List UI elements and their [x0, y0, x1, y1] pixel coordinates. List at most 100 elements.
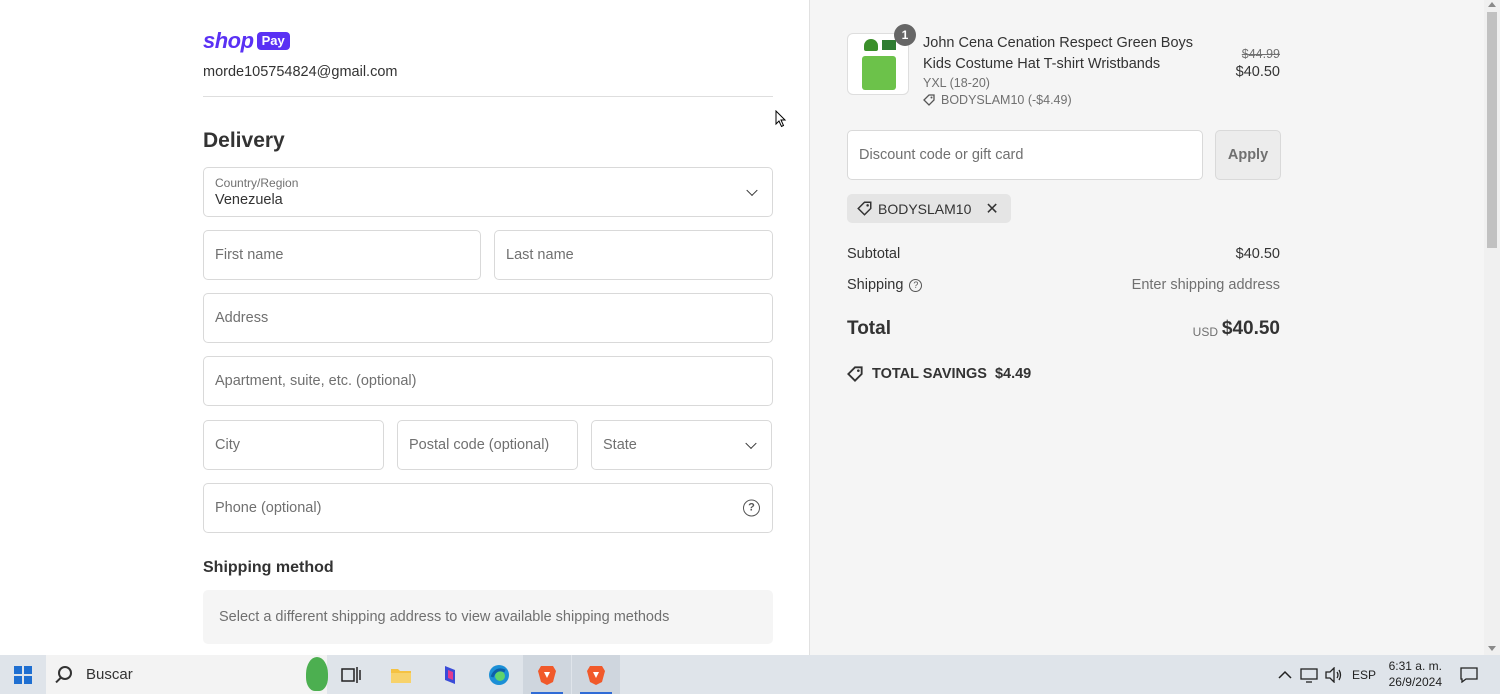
search-icon — [58, 666, 72, 680]
windows-logo-icon — [14, 665, 32, 684]
total-value: $40.50 — [1221, 318, 1280, 339]
clock-date: 26/9/2024 — [1388, 675, 1442, 689]
brave-browser-button[interactable] — [523, 655, 571, 694]
shop-pay-wordmark: shop — [203, 28, 254, 53]
checkout-form-panel: shop Pay morde105754824@gmail.com Delive… — [0, 0, 810, 655]
volume-tray-button[interactable] — [1325, 655, 1343, 694]
product-title: John Cena Cenation Respect Green Boys Ki… — [923, 35, 1194, 72]
total-label: Total — [847, 318, 891, 339]
product-image-wristbands — [882, 40, 896, 50]
subtotal-label: Subtotal — [847, 246, 901, 262]
apply-button[interactable]: Apply — [1215, 130, 1281, 180]
language-indicator[interactable]: ESP — [1352, 655, 1376, 694]
speaker-icon — [1325, 666, 1342, 683]
chevron-down-icon — [745, 437, 757, 450]
network-tray-button[interactable] — [1300, 655, 1318, 694]
state-select[interactable]: State — [591, 420, 772, 470]
total-savings-label: TOTAL SAVINGS — [872, 366, 987, 382]
notification-icon — [1460, 666, 1478, 683]
last-name-field[interactable]: Last name — [494, 230, 773, 280]
file-explorer-button[interactable] — [377, 655, 425, 694]
address-placeholder: Address — [215, 310, 269, 326]
shipping-method-message: Select a different shipping address to v… — [219, 609, 670, 625]
city-field[interactable]: City — [203, 420, 384, 470]
windows-taskbar: Buscar ESP 6:31 a. m. 26/9/2024 — [0, 655, 1500, 694]
taskbar-search-box[interactable]: Buscar — [46, 655, 328, 694]
phone-placeholder: Phone (optional) — [215, 500, 322, 516]
remove-discount-icon[interactable]: ✕ — [985, 199, 998, 219]
postal-code-field[interactable]: Postal code (optional) — [397, 420, 578, 470]
taskbar-clock[interactable]: 6:31 a. m. 26/9/2024 — [1389, 658, 1442, 690]
total-savings-value: $4.49 — [994, 366, 1032, 382]
original-price: $44.99 — [1241, 47, 1280, 61]
app-button[interactable] — [426, 655, 474, 694]
divider — [203, 96, 773, 97]
apartment-field[interactable]: Apartment, suite, etc. (optional) — [203, 356, 773, 406]
edge-icon — [489, 664, 509, 685]
chevron-down-icon — [746, 184, 758, 197]
folder-icon — [391, 668, 411, 683]
brave-icon — [587, 665, 605, 685]
product-image-hat — [864, 39, 878, 51]
help-icon[interactable]: ? — [743, 499, 760, 517]
brave-browser-window-2[interactable] — [572, 655, 620, 694]
phone-field[interactable]: Phone (optional) ? — [203, 483, 773, 533]
subtotal-value: $40.50 — [1235, 246, 1280, 262]
applied-discount-chip: BODYSLAM10 ✕ — [847, 194, 1011, 223]
clock-time: 6:31 a. m. — [1388, 659, 1442, 673]
scrollbar-thumb[interactable] — [1487, 12, 1497, 248]
apartment-placeholder: Apartment, suite, etc. (optional) — [215, 373, 417, 389]
delivery-title: Delivery — [203, 129, 285, 152]
scroll-up-icon[interactable] — [1488, 2, 1496, 7]
address-field[interactable]: Address — [203, 293, 773, 343]
discount-code-placeholder: Discount code or gift card — [859, 147, 1024, 163]
country-select[interactable]: Country/Region Venezuela — [203, 167, 773, 217]
shipping-label: Shipping — [847, 277, 904, 293]
brave-icon — [538, 665, 556, 685]
network-icon — [1300, 667, 1318, 683]
product-price: $40.50 — [1235, 64, 1280, 80]
tag-icon — [923, 94, 935, 106]
show-hidden-icons[interactable] — [1278, 655, 1292, 694]
city-placeholder: City — [215, 437, 240, 453]
applied-discount-code: BODYSLAM10 — [878, 200, 972, 217]
postal-code-placeholder: Postal code (optional) — [409, 437, 550, 453]
state-placeholder: State — [603, 437, 637, 453]
shop-pay-badge: Pay — [256, 32, 290, 50]
last-name-placeholder: Last name — [506, 247, 574, 263]
shipping-method-title: Shipping method — [203, 559, 334, 576]
order-summary-panel: 1 John Cena Cenation Respect Green Boys … — [810, 0, 1484, 655]
shipping-value: Enter shipping address — [1131, 277, 1280, 293]
account-email: morde105754824@gmail.com — [203, 64, 398, 80]
first-name-field[interactable]: First name — [203, 230, 481, 280]
product-image: 1 — [847, 24, 916, 95]
discount-code-input[interactable]: Discount code or gift card — [847, 130, 1203, 180]
windows-start-button[interactable] — [0, 655, 46, 694]
task-view-icon — [341, 666, 361, 683]
app-icon — [445, 665, 455, 684]
task-view-button[interactable] — [327, 655, 375, 694]
page-scrollbar[interactable] — [1484, 0, 1500, 655]
tag-icon — [847, 366, 863, 382]
search-highlight-image — [306, 657, 328, 691]
tag-icon — [857, 201, 872, 216]
total-currency: USD — [1192, 325, 1218, 339]
shipping-row: Shipping? — [847, 277, 923, 293]
chevron-up-icon — [1278, 670, 1292, 679]
country-label: Country/Region — [215, 176, 299, 190]
product-variant: YXL (18-20) — [923, 76, 990, 90]
taskbar-search-label: Buscar — [86, 666, 133, 683]
quantity-badge: 1 — [894, 24, 916, 46]
edge-browser-button[interactable] — [475, 655, 523, 694]
country-value: Venezuela — [215, 192, 283, 208]
shipping-method-notice: Select a different shipping address to v… — [203, 590, 773, 644]
product-discount: BODYSLAM10 (-$4.49) — [923, 93, 1072, 107]
product-image-shirt — [862, 56, 896, 90]
notification-center-button[interactable] — [1460, 655, 1478, 694]
help-icon[interactable]: ? — [909, 278, 923, 292]
shop-pay-logo: shop Pay — [203, 30, 290, 52]
total-savings: TOTAL SAVINGS $4.49 — [847, 366, 1031, 382]
scroll-down-icon[interactable] — [1488, 646, 1496, 651]
product-discount-text: BODYSLAM10 (-$4.49) — [941, 93, 1072, 107]
first-name-placeholder: First name — [215, 247, 284, 263]
